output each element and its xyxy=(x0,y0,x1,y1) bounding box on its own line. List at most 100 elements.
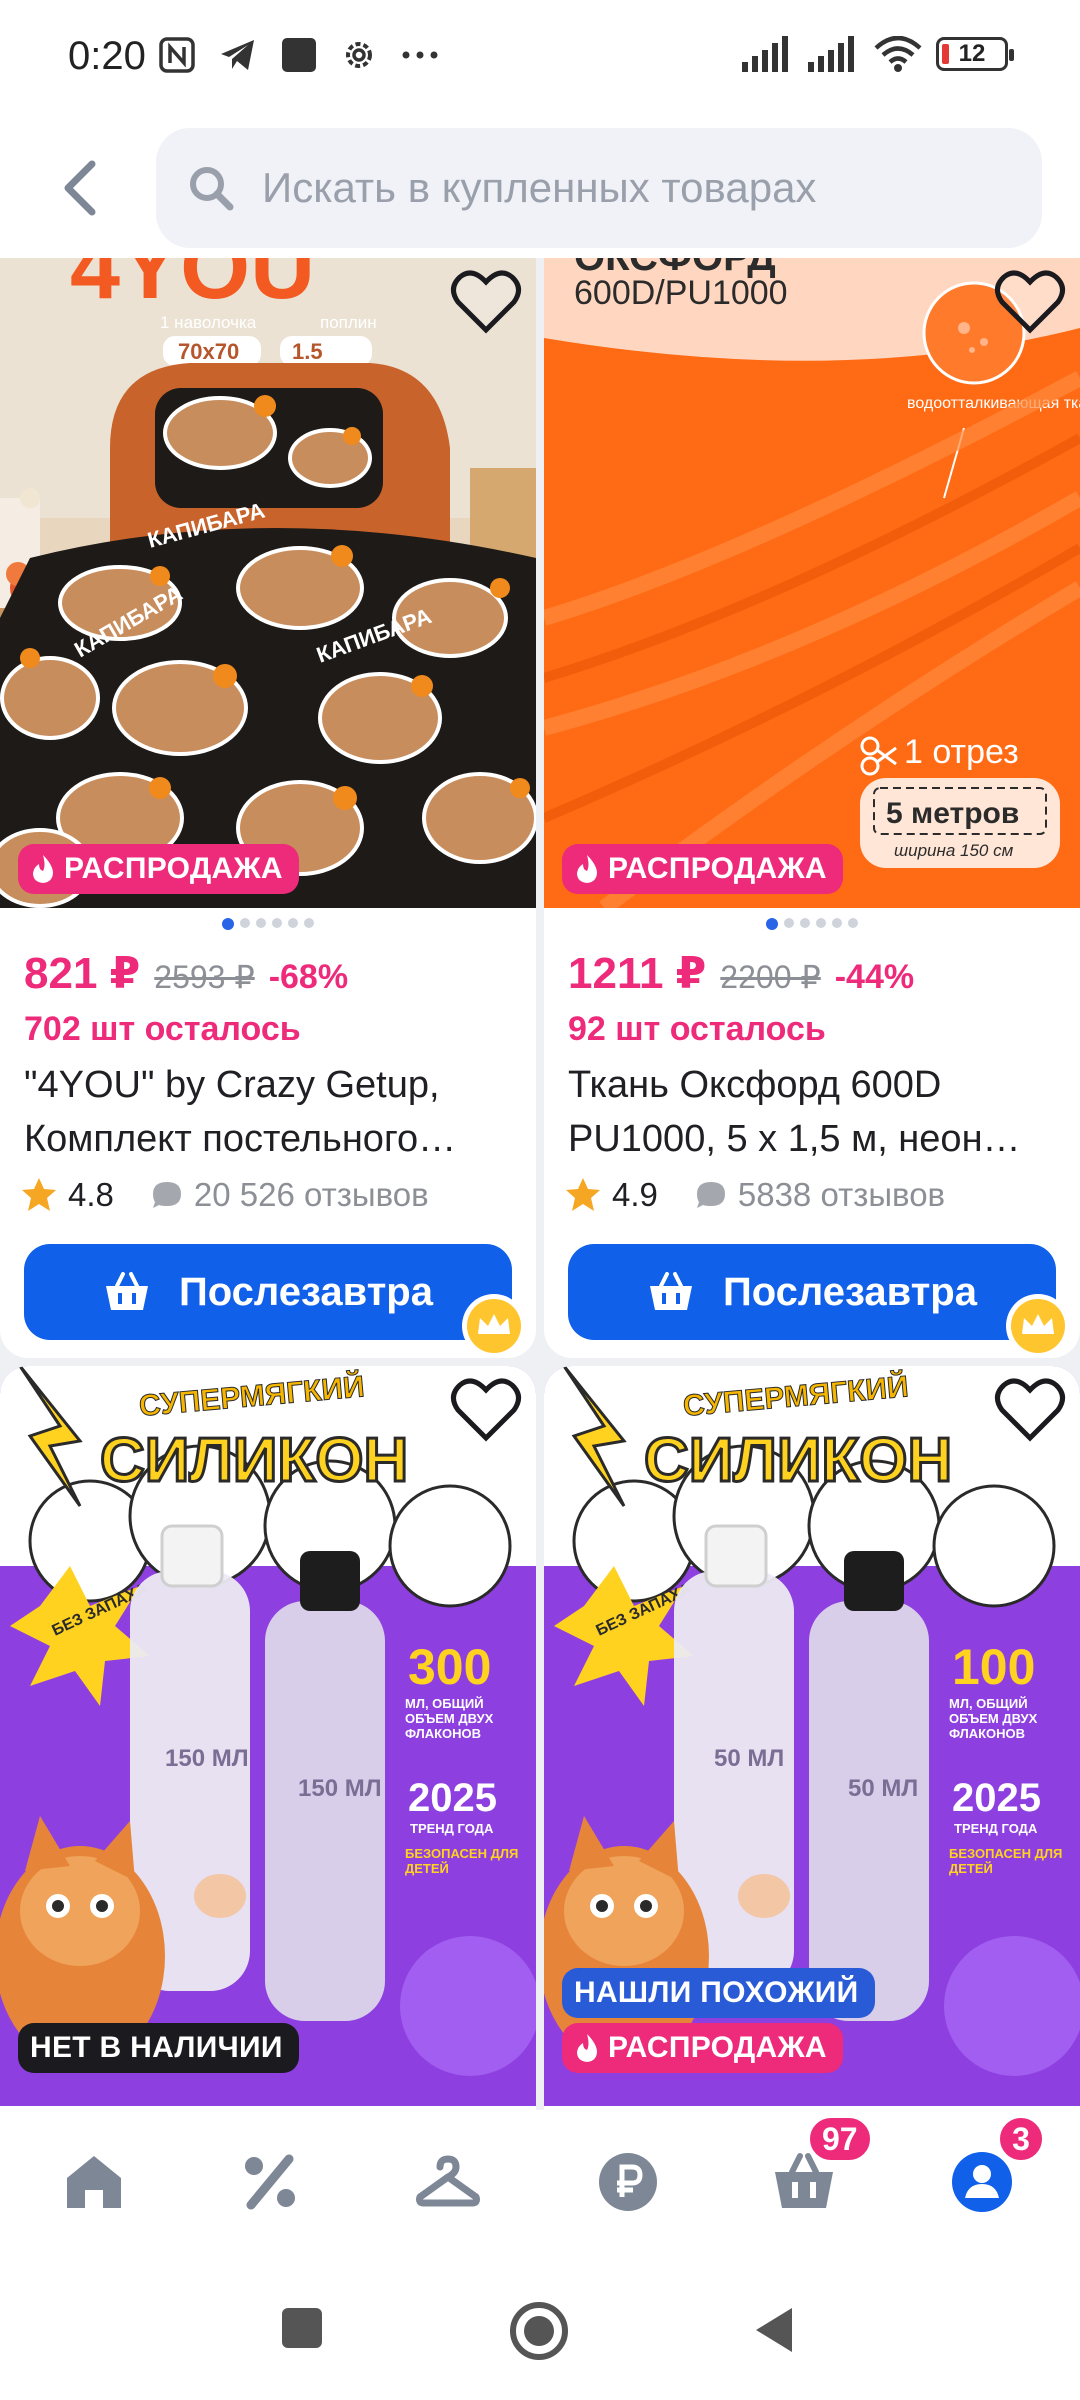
signal-icon xyxy=(742,36,788,72)
image-caption: 50 МЛ xyxy=(714,1745,784,1772)
home-button-icon[interactable] xyxy=(508,2300,570,2362)
image-caption: 1 наволочка xyxy=(160,313,257,332)
sale-badge: РАСПРОДАЖА xyxy=(562,844,843,894)
product-title[interactable]: Ткань Оксфорд 600D PU1000, 5 х 1,5 м, не… xyxy=(568,1058,1064,1166)
cart-count-badge: 97 xyxy=(806,2114,874,2164)
search-placeholder: Искать в купленных товарах xyxy=(262,164,817,211)
favorite-heart-icon[interactable] xyxy=(450,1376,522,1442)
pager-dot xyxy=(304,918,314,928)
favorite-heart-icon[interactable] xyxy=(994,268,1066,334)
comment-icon xyxy=(696,1182,725,1208)
product-grid[interactable]: 4YOU 1 наволочка поплин 70x70 1.5 КАПИБА… xyxy=(0,258,1080,2110)
system-nav-bar xyxy=(0,2250,1080,2400)
chevron-left-icon xyxy=(64,160,96,216)
search-input[interactable]: Искать в купленных товарах xyxy=(156,128,1042,248)
product-title[interactable]: "4YOU" by Crazy Getup, Комплект постельн… xyxy=(24,1058,520,1166)
discount: -68% xyxy=(268,958,349,996)
image-caption: 5 метров xyxy=(886,797,1019,830)
pager-dot xyxy=(800,918,810,928)
product-card[interactable]: ОКСФОРД 600D/PU1000 водоотталкивающая тк… xyxy=(544,258,1080,1358)
image-caption: МЛ, ОБЩИЙ ОБЪЕМ ДВУХ ФЛАКОНОВ xyxy=(949,1696,1038,1741)
hanger-icon xyxy=(416,2155,480,2207)
signal-icon xyxy=(808,36,854,72)
image-caption: 600D/PU1000 xyxy=(574,274,788,312)
home-icon xyxy=(67,2156,121,2208)
image-caption: 150 МЛ xyxy=(165,1745,249,1772)
nfc-icon xyxy=(159,37,195,73)
old-price: 2593 ₽ xyxy=(154,959,255,995)
product-image[interactable]: 4YOU 1 наволочка поплин 70x70 1.5 КАПИБА… xyxy=(0,258,536,908)
product-title-line: Комплект постельного… xyxy=(24,1118,457,1160)
price: 821 ₽ xyxy=(24,949,141,998)
product-image[interactable]: ОКСФОРД 600D/PU1000 водоотталкивающая тк… xyxy=(544,258,1080,908)
sale-badge: РАСПРОДАЖА xyxy=(562,2023,843,2073)
price: 1211 ₽ xyxy=(568,949,707,998)
image-caption: 300 xyxy=(408,1639,491,1695)
found-similar-badge[interactable]: НАШЛИ ПОХОЖИЙ xyxy=(562,1968,875,2018)
nav-promotions[interactable] xyxy=(232,2144,308,2220)
nav-catalog[interactable] xyxy=(410,2144,486,2220)
product-card[interactable]: СУПЕРМЯГКИЙ СИЛИКОН БЕЗ ЗАПАХА 150 МЛ 15… xyxy=(0,1366,536,2110)
basket-icon xyxy=(650,1272,693,1310)
image-caption: 150 МЛ xyxy=(298,1775,382,1802)
image-brand-text: 4YOU xyxy=(70,258,315,318)
pager-dot xyxy=(240,918,250,928)
product-image[interactable]: СУПЕРМЯГКИЙ СИЛИКОН БЕЗ ЗАПАХА 50 МЛ 50 … xyxy=(544,1366,1080,2106)
pager-dot xyxy=(256,918,266,928)
pager-dot xyxy=(288,918,298,928)
image-caption: 1 отрез xyxy=(904,733,1019,771)
rating-row: 4.9 5838 отзывов xyxy=(564,1176,945,1214)
status-bar: 0:20 12 xyxy=(0,0,1080,118)
favorite-heart-icon[interactable] xyxy=(994,1376,1066,1442)
battery-icon: 12 xyxy=(936,37,1014,71)
image-caption: ширина 150 см xyxy=(894,841,1014,860)
nav-home[interactable] xyxy=(56,2144,132,2220)
wifi-icon xyxy=(874,36,922,72)
pager-dot xyxy=(832,918,842,928)
reviews-count[interactable]: 5838 отзывов xyxy=(738,1176,945,1214)
pager-dot xyxy=(222,918,234,930)
stock-remaining: 92 шт осталось xyxy=(568,1010,826,1048)
out-of-stock-badge: НЕТ В НАЛИЧИИ xyxy=(18,2023,299,2073)
silicone-photo: СУПЕРМЯГКИЙ СИЛИКОН БЕЗ ЗАПАХА 150 МЛ 15… xyxy=(0,1366,536,2106)
rating-row: 4.8 20 526 отзывов xyxy=(20,1176,429,1214)
pager-dot xyxy=(816,918,826,928)
image-caption: поплин xyxy=(320,313,377,332)
product-card[interactable]: 4YOU 1 наволочка поплин 70x70 1.5 КАПИБА… xyxy=(0,258,536,1358)
old-price: 2200 ₽ xyxy=(720,959,821,995)
settings-icon xyxy=(346,42,372,68)
favorite-heart-icon[interactable] xyxy=(450,268,522,334)
product-image[interactable]: СУПЕРМЯГКИЙ СИЛИКОН БЕЗ ЗАПАХА 150 МЛ 15… xyxy=(0,1366,536,2106)
image-pager-dots xyxy=(544,918,1080,930)
flame-icon xyxy=(577,2034,597,2062)
price-row: 1211 ₽ 2200 ₽ -44% xyxy=(568,948,914,999)
rating-value: 4.8 xyxy=(68,1176,114,1213)
pager-dot xyxy=(848,918,858,928)
out-of-stock-label: НЕТ В НАЛИЧИИ xyxy=(30,2031,283,2064)
comment-icon xyxy=(152,1182,181,1208)
pager-dot xyxy=(784,918,794,928)
fabric-photo: ОКСФОРД 600D/PU1000 водоотталкивающая тк… xyxy=(544,258,1080,908)
search-icon xyxy=(190,167,234,211)
stock-remaining: 702 шт осталось xyxy=(24,1010,301,1048)
premium-crown-icon xyxy=(462,1294,526,1358)
image-caption: 2025 xyxy=(952,1776,1041,1820)
percent-icon xyxy=(245,2154,295,2210)
image-caption: БЕЗОПАСЕН ДЛЯ ДЕТЕЙ xyxy=(949,1846,1063,1876)
nav-finance[interactable] xyxy=(590,2144,666,2220)
add-to-cart-button[interactable]: Послезавтра xyxy=(24,1244,512,1340)
image-caption: 2025 xyxy=(408,1776,497,1820)
bottom-nav: 97 3 xyxy=(0,2110,1080,2250)
back-nav-icon[interactable] xyxy=(752,2304,796,2356)
image-size: 1.5 xyxy=(292,339,323,364)
ruble-icon xyxy=(599,2153,657,2211)
sale-badge: РАСПРОДАЖА xyxy=(18,844,299,894)
back-button[interactable] xyxy=(50,158,110,218)
sale-badge-label: РАСПРОДАЖА xyxy=(608,2031,827,2064)
image-pager-dots xyxy=(0,918,536,930)
add-to-cart-button[interactable]: Послезавтра xyxy=(568,1244,1056,1340)
reviews-count[interactable]: 20 526 отзывов xyxy=(194,1176,429,1214)
product-card[interactable]: СУПЕРМЯГКИЙ СИЛИКОН БЕЗ ЗАПАХА 50 МЛ 50 … xyxy=(544,1366,1080,2110)
recents-icon[interactable] xyxy=(280,2306,324,2350)
image-caption: СИЛИКОН xyxy=(644,1426,952,1495)
